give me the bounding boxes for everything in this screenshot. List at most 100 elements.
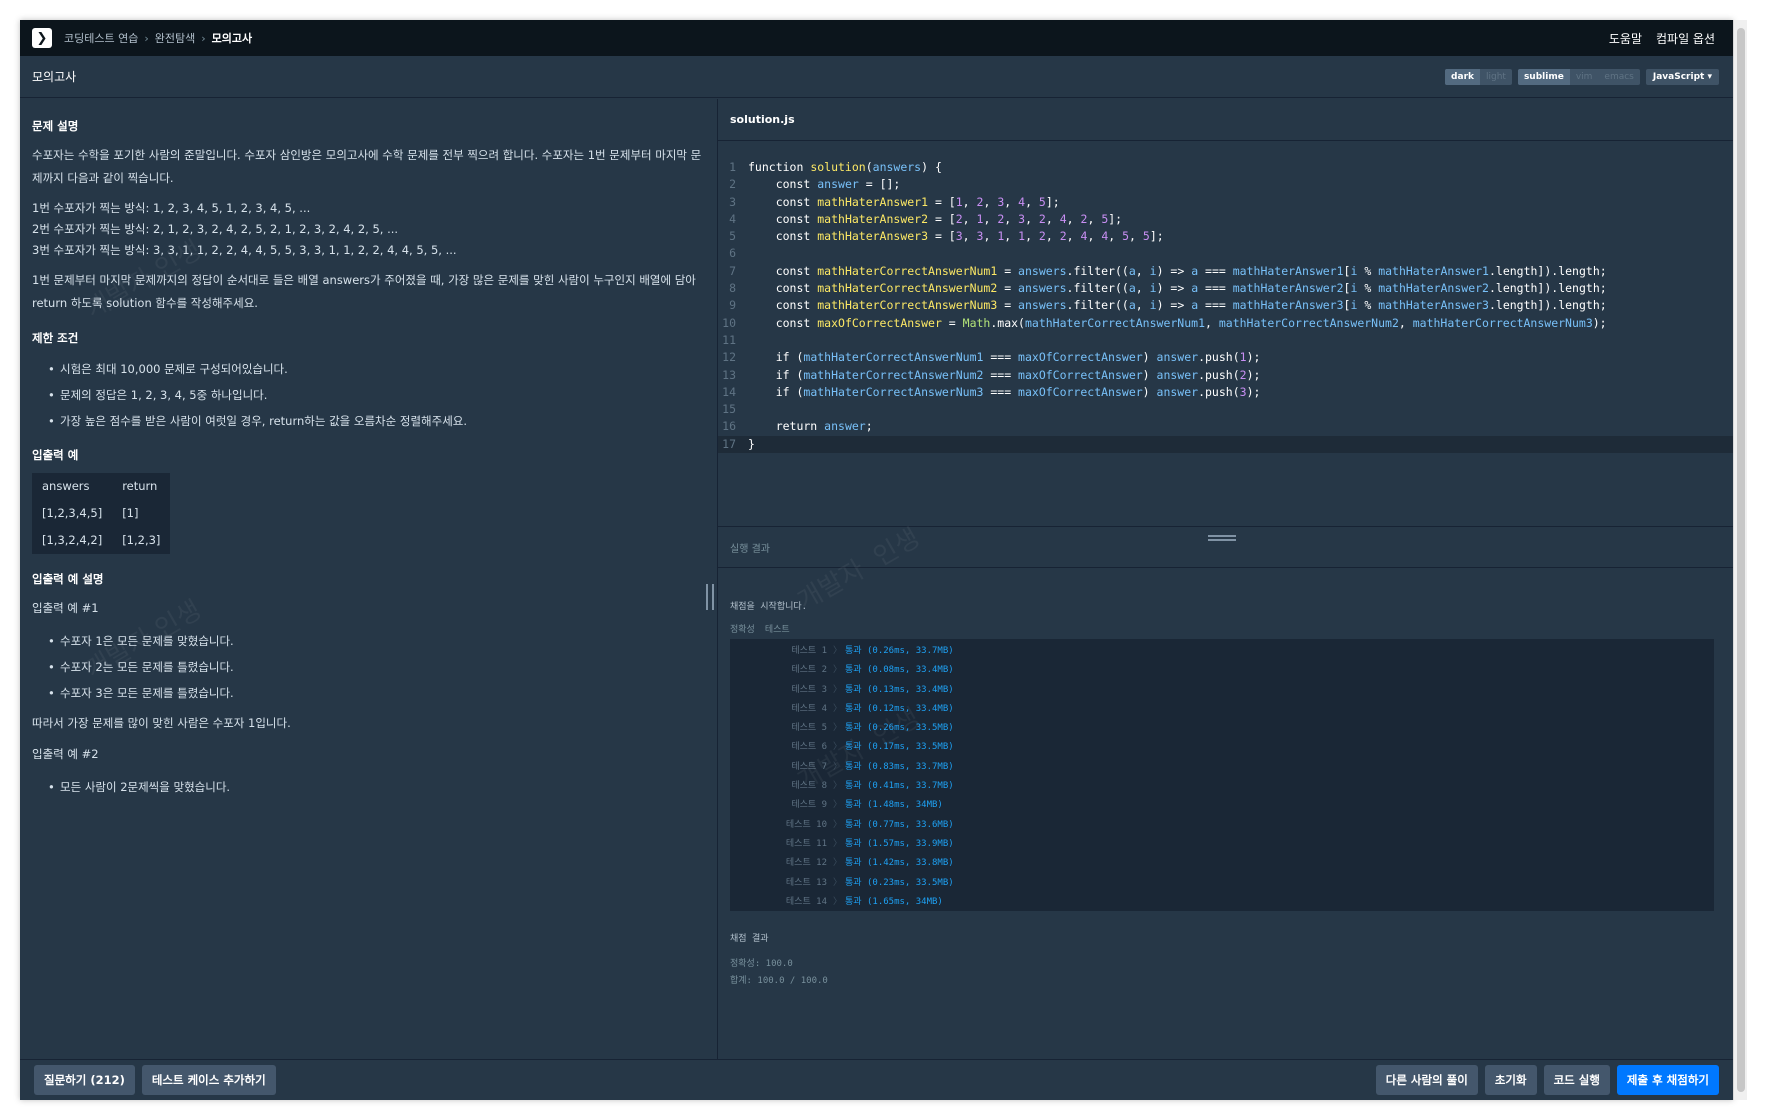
test-name: 테스트 5 [791, 723, 827, 734]
theme-dark-button[interactable]: dark [1445, 68, 1480, 85]
code-token: mathHaterAnswer1 [1232, 263, 1344, 278]
code-token: maxOfCorrectAnswer [1018, 350, 1143, 365]
code-token: , [1205, 315, 1219, 330]
test-result-row: 테스트 6 〉 통과 (0.17ms, 33.5MB) [730, 738, 1714, 757]
line-number: 9 [729, 298, 736, 313]
tab-test[interactable]: 테스트 [765, 622, 790, 635]
code-token: , [983, 194, 998, 209]
code-token: = [ [928, 229, 956, 244]
code-token: const [748, 263, 818, 278]
code-token: mathHaterCorrectAnswerNum2 [817, 281, 998, 296]
page-scrollbar[interactable] [1733, 20, 1747, 1100]
code-token: const [748, 194, 818, 209]
test-result: 통과 (1.48ms, 34MB) [845, 800, 943, 811]
code-token: mathHaterCorrectAnswerNum1 [817, 263, 998, 278]
keymap-emacs-button[interactable]: emacs [1598, 69, 1639, 85]
code-token: .filter(( [1066, 281, 1129, 296]
total-score: 합계: 100.0 / 100.0 [730, 976, 828, 986]
list-item: 시험은 최대 10,000 문제로 구성되어있습니다. [48, 356, 705, 382]
add-testcase-button[interactable]: 테스트 케이스 추가하기 [141, 1065, 276, 1095]
io-example-table: answers return [1,2,3,4,5] [1] [1,3,2,4,… [32, 473, 171, 554]
code-token: = []; [858, 177, 901, 192]
code-token: i [1149, 263, 1157, 278]
limits-list: 시험은 최대 10,000 문제로 구성되어있습니다. 문제의 정답은 1, 2… [48, 356, 705, 434]
separator: 〉 [833, 819, 843, 830]
tab-accuracy[interactable]: 정확성 [730, 622, 755, 635]
code-token: i [1350, 263, 1358, 278]
code-line: 11 [718, 332, 1733, 349]
code-token: ]; [1108, 211, 1123, 226]
code-token: function [748, 160, 811, 174]
code-line: 10 const maxOfCorrectAnswer = Math .max(m… [718, 315, 1733, 332]
keymap-vim-button[interactable]: vim [1570, 69, 1599, 85]
code-token: answer [1156, 367, 1199, 382]
code-token: mathHaterAnswer3 [1232, 298, 1344, 313]
line-number: 7 [729, 263, 736, 278]
code-token: i [1350, 281, 1358, 296]
list-item: 문제의 정답은 1, 2, 3, 4, 5중 하나입니다. [48, 382, 705, 408]
code-token: , [962, 229, 977, 244]
code-editor[interactable]: 1 function solution(answers) {2 const ans… [718, 141, 1733, 505]
theme-light-button[interactable]: light [1480, 69, 1512, 85]
code-token: const [748, 229, 818, 244]
code-token: 5 [1038, 194, 1046, 209]
others-solutions-button[interactable]: 다른 사람의 풀이 [1375, 1065, 1478, 1095]
test-name: 테스트 12 [785, 858, 827, 869]
submit-button[interactable]: 제출 후 채점하기 [1616, 1065, 1719, 1095]
code-token: solution [810, 160, 866, 174]
code-token: const [748, 315, 818, 330]
editor-resize-grip[interactable] [1208, 535, 1236, 541]
code-token: ( [796, 350, 804, 365]
code-token: .push( [1198, 350, 1240, 365]
keymap-toggle: sublime vim emacs [1517, 68, 1640, 85]
method-line: 1번 수포자가 찍는 방식: 1, 2, 3, 4, 5, 1, 2, 3, 4… [32, 201, 311, 215]
run-code-button[interactable]: 코드 실행 [1543, 1065, 1610, 1095]
line-number: 11 [722, 332, 736, 347]
code-token: = [ [928, 211, 956, 226]
breadcrumb-current: 모의고사 [211, 32, 253, 45]
code-token: , [1004, 211, 1019, 226]
code-token: ) => [1156, 281, 1192, 296]
code-token: === [983, 384, 1019, 399]
scrollbar-thumb[interactable] [1737, 28, 1745, 1092]
chevron-right-icon: › [144, 31, 149, 45]
code-token: , [962, 211, 977, 226]
reset-button[interactable]: 초기화 [1484, 1065, 1537, 1095]
help-link[interactable]: 도움말 [1609, 30, 1642, 47]
list-item: 수포자 3은 모든 문제를 틀렸습니다. [48, 680, 705, 706]
breadcrumb-item[interactable]: 코딩테스트 연습 [64, 30, 138, 46]
code-token: a [1128, 281, 1136, 296]
test-result-row: 테스트 3 〉 통과 (0.13ms, 33.4MB) [730, 681, 1714, 700]
code-token: maxOfCorrectAnswer [1018, 384, 1143, 399]
code-token: , [1045, 229, 1060, 244]
code-token: ; [865, 419, 873, 434]
code-token: mathHaterCorrectAnswerNum1 [1024, 315, 1205, 330]
code-token: mathHaterCorrectAnswerNum3 [803, 384, 984, 399]
theme-toggle: dark light [1445, 68, 1512, 85]
code-token: const [748, 298, 818, 313]
table-cell: [1,2,3,4,5] [42, 506, 103, 520]
panel-resize-handle[interactable] [706, 584, 714, 610]
code-token: , [1066, 229, 1081, 244]
example-title: 입출력 예 #1 [32, 601, 99, 615]
code-token: ) [1142, 384, 1157, 399]
code-token: 5 [1122, 229, 1130, 244]
result-tabs: 정확성 테스트 [730, 622, 1714, 635]
compile-options-link[interactable]: 컴파일 옵션 [1656, 30, 1715, 47]
ask-question-button[interactable]: 질문하기 (212) [34, 1065, 135, 1095]
code-token: 1 [955, 194, 963, 209]
programmers-logo-icon[interactable]: ❯ [32, 28, 52, 48]
language-select[interactable]: JavaScript ▾ [1645, 68, 1719, 85]
code-token: mathHaterAnswer3 [1378, 298, 1489, 313]
code-line: 9 const mathHaterCorrectAnswerNum3 = ans… [718, 297, 1733, 314]
code-token: i [1350, 298, 1358, 313]
code-line: 3 const mathHaterAnswer1 = [1, 2, 3, 4, … [718, 194, 1733, 211]
code-token: , [1045, 211, 1060, 226]
breadcrumb-item[interactable]: 완전탐색 [155, 30, 195, 46]
code-token: a [1191, 281, 1199, 296]
code-token: , [1135, 298, 1150, 313]
code-token: mathHaterAnswer1 [817, 194, 929, 209]
code-line: 2 const answer = []; [718, 176, 1733, 193]
keymap-sublime-button[interactable]: sublime [1517, 68, 1570, 85]
code-token: .push( [1198, 384, 1240, 399]
